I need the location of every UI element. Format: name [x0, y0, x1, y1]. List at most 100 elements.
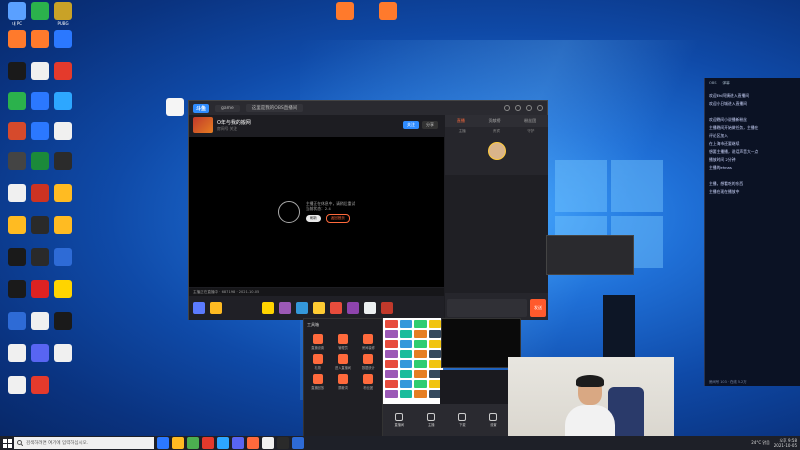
tool-item[interactable]: 直播回放 — [307, 374, 328, 390]
gift-icon[interactable] — [262, 302, 274, 314]
chat-overlay-tab[interactable]: OBS — [709, 81, 717, 85]
side-sub-tab[interactable]: 贵宾 — [493, 129, 500, 134]
desktop-shortcut-2[interactable] — [373, 2, 403, 32]
follow-button[interactable]: 关注 — [403, 121, 419, 129]
desktop-icon[interactable] — [48, 62, 78, 92]
desktop-icon[interactable] — [48, 122, 78, 152]
dark-preview-window[interactable] — [603, 295, 635, 357]
tool-item[interactable]: 直播设置 — [307, 334, 328, 350]
palette-icon[interactable] — [385, 390, 398, 398]
tool-item[interactable]: 礼物 — [307, 354, 328, 370]
streamer-thumbnail[interactable] — [193, 117, 213, 133]
palette-icon[interactable] — [399, 340, 412, 348]
palette-icon[interactable] — [414, 370, 427, 378]
notification-icon[interactable] — [504, 105, 510, 111]
start-button[interactable] — [0, 436, 14, 450]
bottom-toolbar-item[interactable]: 下载 — [458, 413, 467, 427]
palette-icon[interactable] — [385, 380, 398, 388]
desktop-icon[interactable] — [48, 280, 78, 310]
palette-icon[interactable] — [428, 330, 441, 338]
side-sub-tab[interactable]: 守护 — [527, 129, 534, 134]
side-sub-tab[interactable]: 主播 — [459, 129, 466, 134]
taskbar-app-icon[interactable] — [262, 437, 274, 449]
taskbar-app-icon[interactable] — [217, 437, 229, 449]
tool-item[interactable]: 管理员 — [332, 334, 353, 350]
side-tab[interactable]: 贡献榜 — [488, 118, 500, 124]
streamer-avatar[interactable] — [487, 142, 506, 160]
taskbar-app-icon[interactable] — [187, 437, 199, 449]
palette-icon[interactable] — [428, 350, 441, 358]
chat-area[interactable] — [445, 175, 548, 293]
palette-icon[interactable] — [399, 320, 412, 328]
gift-icon[interactable] — [330, 302, 342, 314]
tool-item[interactable]: 房间装修 — [358, 334, 379, 350]
desktop-document-icon[interactable] — [160, 98, 190, 128]
palette-icon[interactable] — [399, 350, 412, 358]
desktop-icon[interactable] — [48, 312, 78, 342]
home-button[interactable]: 返回首页 — [325, 214, 350, 223]
palette-icon[interactable] — [428, 360, 441, 368]
gift-icon[interactable] — [279, 302, 291, 314]
gift-icon[interactable] — [347, 302, 359, 314]
palette-icon[interactable] — [428, 340, 441, 348]
palette-icon[interactable] — [385, 360, 398, 368]
desktop-icon[interactable] — [48, 152, 78, 182]
taskbar-app-icon[interactable] — [292, 437, 304, 449]
palette-icon[interactable] — [399, 330, 412, 338]
desktop-shortcut-1[interactable] — [330, 2, 360, 32]
desktop-icon[interactable] — [48, 92, 78, 122]
weather-widget[interactable]: 24°C 맑음 — [751, 440, 770, 446]
search-tab[interactable]: game — [215, 104, 240, 112]
desktop-icon[interactable] — [48, 184, 78, 214]
bottom-toolbar-item[interactable]: 主播 — [427, 413, 436, 427]
taskbar-app-icon[interactable] — [277, 437, 289, 449]
chat-input[interactable] — [447, 299, 527, 317]
chat-overlay-window[interactable]: OBS 弹幕 欢迎Ehi阿姨进入直播间 欢迎小日城进入直播间 欢迎晚间小说播新粉丝… — [704, 78, 800, 386]
tool-item[interactable]: 屏蔽词 — [332, 374, 353, 390]
room-tab[interactable]: 这里是我的OBS直播间 — [245, 104, 304, 112]
gift-icon[interactable] — [364, 302, 376, 314]
stream-app-window[interactable]: 斗鱼 game 这里是我的OBS直播间 O年与我的搬网 房间号 关注 关注 分享… — [188, 100, 548, 320]
palette-icon[interactable] — [385, 330, 398, 338]
tool-item[interactable]: 粉丝团 — [358, 374, 379, 390]
gift-icon[interactable] — [313, 302, 325, 314]
palette-icon[interactable] — [399, 370, 412, 378]
desktop-icon[interactable] — [25, 376, 55, 406]
palette-icon[interactable] — [385, 340, 398, 348]
palette-icon[interactable] — [414, 360, 427, 368]
palette-icon[interactable] — [399, 390, 412, 398]
send-button[interactable]: 发送 — [530, 299, 546, 317]
desktop-icon[interactable] — [48, 30, 78, 60]
side-tab[interactable]: 粉丝团 — [524, 118, 536, 124]
close-icon[interactable] — [537, 105, 543, 111]
palette-icon[interactable] — [399, 380, 412, 388]
taskbar-app-icon[interactable] — [172, 437, 184, 449]
taskbar-search[interactable]: 검색하려면 여기에 입력하십시오. — [14, 437, 154, 449]
desktop-icon[interactable] — [48, 216, 78, 246]
gift-icon[interactable] — [296, 302, 308, 314]
desktop-icon[interactable] — [48, 344, 78, 374]
gift-icon[interactable] — [210, 302, 222, 314]
bottom-toolbar-item[interactable]: 设置 — [489, 413, 498, 427]
icon-palette-window[interactable] — [383, 318, 443, 404]
palette-icon[interactable] — [414, 340, 427, 348]
palette-icon[interactable] — [385, 370, 398, 378]
palette-icon[interactable] — [428, 320, 441, 328]
taskbar-app-icon[interactable] — [247, 437, 259, 449]
video-player[interactable]: 主播正在休息中，请稍后重试 当前状态：2.4 刷新 返回首页 — [189, 137, 444, 287]
tool-panel[interactable]: 工具箱 直播设置 管理员 房间装修 礼物 进入直播间 数据统计 直播回放 屏蔽词 粉丝团 — [303, 318, 383, 438]
share-button[interactable]: 分享 — [422, 121, 438, 129]
palette-icon[interactable] — [414, 380, 427, 388]
palette-icon[interactable] — [385, 350, 398, 358]
palette-icon[interactable] — [414, 350, 427, 358]
tool-item[interactable]: 进入直播间 — [332, 354, 353, 370]
palette-icon[interactable] — [399, 360, 412, 368]
minimize-icon[interactable] — [526, 105, 532, 111]
desktop-icon[interactable]: PUBG — [48, 2, 78, 32]
taskbar-app-icon[interactable] — [232, 437, 244, 449]
profile-icon[interactable] — [515, 105, 521, 111]
tool-item[interactable]: 数据统计 — [358, 354, 379, 370]
palette-icon[interactable] — [414, 330, 427, 338]
clock[interactable]: 오후 9:58 2021-10-05 — [774, 438, 797, 448]
gift-icon[interactable] — [193, 302, 205, 314]
